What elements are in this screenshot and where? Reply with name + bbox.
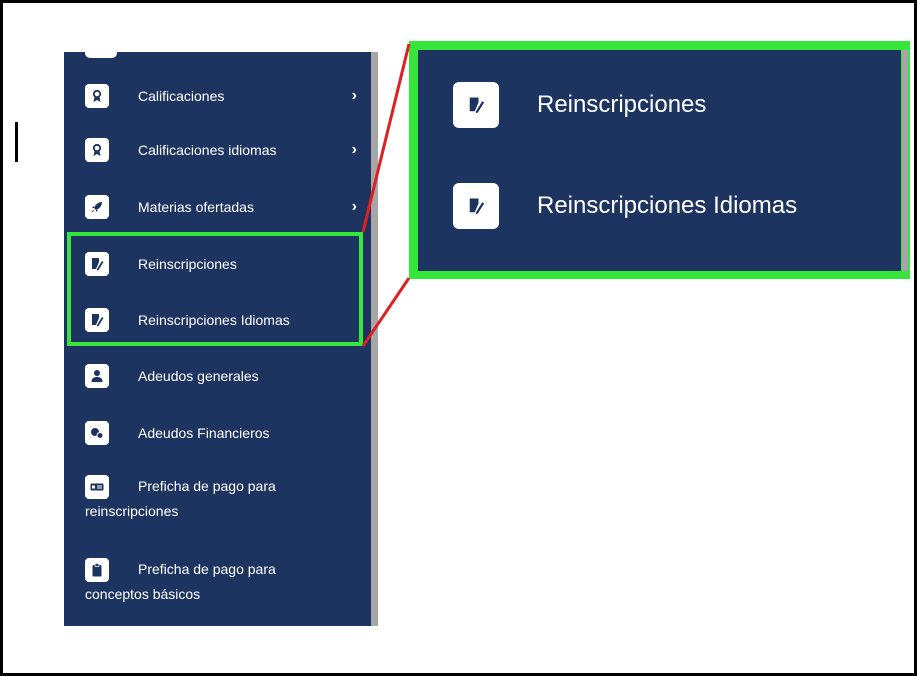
award-icon [85, 84, 109, 108]
sidebar-item-label: Calificaciones idiomas [138, 142, 277, 158]
zoom-item-reinscripciones[interactable]: Reinscripciones [418, 65, 901, 145]
sidebar-item-label: Adeudos Financieros [138, 425, 270, 441]
sidebar-item-label: Adeudos generales [138, 368, 259, 384]
clipboard-icon [85, 558, 109, 582]
sidebar-item-label: Preficha de pago para [138, 561, 276, 577]
sidebar-item-preficha-reinscripciones[interactable]: Preficha de pago para reinscripciones [64, 465, 371, 527]
sidebar-scrollbar[interactable] [371, 52, 378, 626]
sidebar-item-label-continued: conceptos básicos [85, 586, 201, 602]
sidebar-item-label: Preficha de pago para [138, 478, 276, 494]
partial-menu-icon [85, 52, 117, 58]
sidebar-item-adeudos-generales[interactable]: Adeudos generales [64, 354, 371, 398]
highlight-box [67, 232, 363, 346]
sidebar-item-adeudos-financieros[interactable]: Adeudos Financieros [64, 411, 371, 455]
money-bill-icon [85, 475, 109, 499]
edit-document-icon [453, 82, 499, 128]
zoom-item-label: Reinscripciones [537, 91, 707, 118]
edit-document-icon [453, 183, 499, 229]
rocket-icon [85, 195, 109, 219]
zoom-callout: Reinscripciones Reinscripciones Idiomas [418, 50, 901, 271]
zoom-item-label: Reinscripciones Idiomas [537, 192, 798, 219]
sidebar-item-calificaciones[interactable]: Calificaciones › [64, 74, 371, 118]
chevron-right-icon: › [351, 141, 357, 158]
chevron-right-icon: › [351, 198, 357, 215]
sidebar-item-calificaciones-idiomas[interactable]: Calificaciones idiomas › [64, 128, 371, 172]
sidebar-item-preficha-conceptos[interactable]: Preficha de pago para conceptos básicos [64, 548, 371, 610]
sidebar-item-label: Materias ofertadas [138, 199, 254, 215]
frame-marker [15, 122, 18, 162]
sidebar-item-label-continued: reinscripciones [85, 503, 179, 519]
sidebar-item-label: Calificaciones [138, 88, 225, 104]
award-icon [85, 138, 109, 162]
sidebar-item-materias-ofertadas[interactable]: Materias ofertadas › [64, 185, 371, 229]
chevron-right-icon: › [351, 87, 357, 104]
zoom-scrollbar [902, 50, 908, 271]
user-icon [85, 364, 109, 388]
zoom-item-reinscripciones-idiomas[interactable]: Reinscripciones Idiomas [418, 166, 901, 246]
coins-icon [85, 421, 109, 445]
